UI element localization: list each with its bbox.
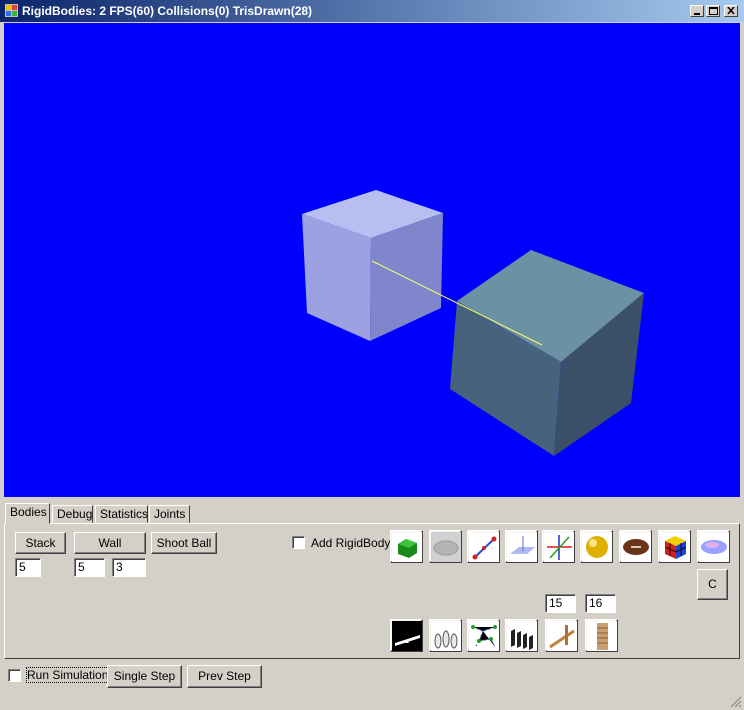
close-icon: [727, 7, 735, 15]
app-icon: [5, 4, 18, 17]
rubiks-cube-icon[interactable]: [658, 530, 691, 563]
count-field-b[interactable]: 16: [585, 594, 616, 613]
tab-bodies[interactable]: Bodies: [5, 503, 50, 524]
sphere-icon[interactable]: [580, 530, 613, 563]
capsule-line-icon[interactable]: [467, 530, 500, 563]
title-bar: RigidBodies: 2 FPS(60) Collisions(0) Tri…: [0, 0, 744, 22]
wall-button[interactable]: Wall: [74, 532, 146, 554]
resize-grip-icon[interactable]: [730, 696, 742, 708]
run-simulation-checkbox[interactable]: [8, 669, 21, 682]
rigid-body-cube-2: [450, 250, 644, 456]
wall-height-field[interactable]: 3: [112, 558, 146, 577]
maximize-icon: [709, 7, 718, 15]
wall-width-field[interactable]: 5: [74, 558, 105, 577]
window-title: RigidBodies: 2 FPS(60) Collisions(0) Tri…: [22, 4, 313, 18]
plane-icon[interactable]: [505, 530, 538, 563]
shoot-ball-button[interactable]: Shoot Ball: [151, 532, 217, 554]
single-step-button[interactable]: Single Step: [107, 665, 182, 688]
minimize-icon: [694, 13, 700, 15]
seesaw-icon[interactable]: [390, 619, 423, 652]
render-viewport[interactable]: [4, 23, 740, 497]
tab-debug[interactable]: Debug: [52, 505, 93, 523]
stack-count-field[interactable]: 5: [15, 558, 41, 577]
add-rigidbody-checkbox[interactable]: [292, 536, 305, 549]
bowling-pins-icon[interactable]: [429, 619, 462, 652]
tab-joints[interactable]: Joints: [149, 505, 190, 523]
prev-step-button[interactable]: Prev Step: [187, 665, 262, 688]
rigid-body-cube-1: [302, 190, 443, 341]
count-field-a[interactable]: 15: [545, 594, 576, 613]
dominoes-icon[interactable]: [505, 619, 538, 652]
add-rigidbody-label: Add RigidBody: [311, 536, 391, 550]
tower-icon[interactable]: [585, 619, 618, 652]
c-button[interactable]: C: [697, 569, 728, 600]
ramp-icon[interactable]: [545, 619, 578, 652]
scene: [302, 190, 644, 456]
football-icon[interactable]: [619, 530, 652, 563]
ellipsoid-icon[interactable]: [697, 530, 730, 563]
chain-network-icon[interactable]: [467, 619, 500, 652]
maximize-button[interactable]: [706, 5, 720, 17]
stack-button[interactable]: Stack: [15, 532, 66, 554]
tab-statistics[interactable]: Statistics: [95, 505, 148, 523]
disc-icon[interactable]: [429, 530, 462, 563]
close-button[interactable]: [724, 5, 738, 17]
minimize-button[interactable]: [690, 5, 704, 17]
cylinder-icon[interactable]: [390, 530, 423, 563]
run-simulation-label[interactable]: Run Simulation: [25, 667, 110, 683]
axes-icon[interactable]: [542, 530, 575, 563]
